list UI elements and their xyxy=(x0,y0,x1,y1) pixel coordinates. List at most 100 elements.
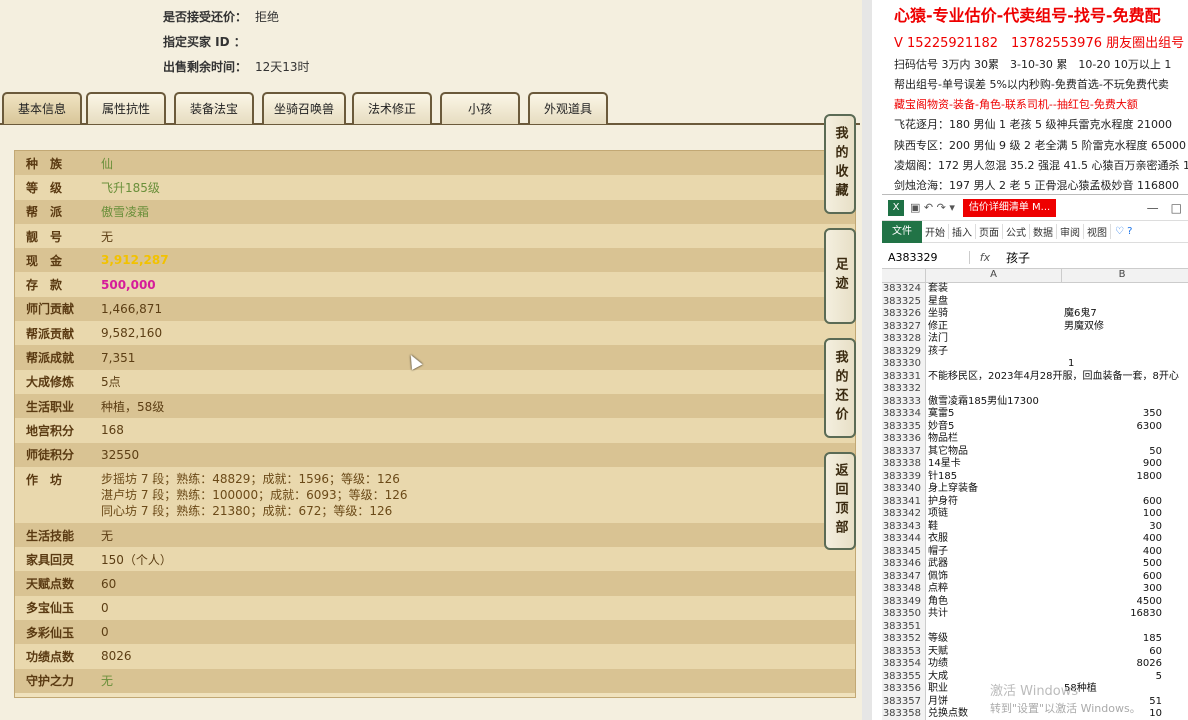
row-number[interactable]: 383347 xyxy=(882,570,926,583)
cell-b[interactable]: 300 xyxy=(1062,583,1182,596)
row-number[interactable]: 383332 xyxy=(882,383,926,396)
sheet-row[interactable]: 383342 项链 100 xyxy=(882,508,1188,521)
row-number[interactable]: 383336 xyxy=(882,433,926,446)
cell-b[interactable] xyxy=(1062,433,1182,446)
cell-a[interactable]: 项链 xyxy=(926,508,1062,521)
cell-a[interactable]: 傲雪凌霜185男仙17300 xyxy=(926,396,1062,409)
cell-a[interactable]: 功绩 xyxy=(926,658,1062,671)
column-a-header[interactable]: A xyxy=(926,269,1062,282)
row-number[interactable]: 383358 xyxy=(882,708,926,720)
minimize-icon[interactable]: — □ xyxy=(1147,199,1182,216)
cell-b[interactable]: 185 xyxy=(1062,633,1182,646)
ribbon-tab[interactable]: 审阅 xyxy=(1057,224,1084,239)
cell-b[interactable]: 4500 xyxy=(1062,596,1182,609)
sheet-row[interactable]: 383334 寞雷5 350 xyxy=(882,408,1188,421)
tab-appearance[interactable]: 外观道具 xyxy=(528,92,608,124)
cell-b[interactable] xyxy=(1062,283,1182,296)
cell-a[interactable]: 妙音5 xyxy=(926,421,1062,434)
cell-b[interactable]: 60 xyxy=(1062,646,1182,659)
cell-b[interactable]: 100 xyxy=(1062,508,1182,521)
sheet-row[interactable]: 383339 针185 1800 xyxy=(882,470,1188,484)
my-favorites-button[interactable]: 我的收藏 xyxy=(824,114,856,214)
row-number[interactable]: 383354 xyxy=(882,658,926,671)
cell-a[interactable] xyxy=(926,621,1062,634)
column-b-header[interactable]: B xyxy=(1062,269,1182,282)
sheet-row[interactable]: 383350 共计 16830 xyxy=(882,608,1188,621)
cell-a[interactable]: 角色 xyxy=(926,596,1062,609)
row-number[interactable]: 383334 xyxy=(882,408,926,421)
cell-b[interactable] xyxy=(1062,296,1182,309)
cell-b[interactable]: 6300 xyxy=(1062,421,1182,434)
file-tab[interactable]: 文件 xyxy=(882,220,922,243)
cell-b[interactable]: 600 xyxy=(1062,571,1182,584)
row-number[interactable]: 383346 xyxy=(882,558,926,571)
cell-b[interactable] xyxy=(1062,333,1182,346)
cell-a[interactable]: 寞雷5 xyxy=(926,408,1062,421)
cell-a[interactable]: 孩子 xyxy=(926,346,1062,359)
my-counteroffer-button[interactable]: 我的还价 xyxy=(824,338,856,438)
cell-a[interactable]: 星盘 xyxy=(926,296,1062,309)
cell-a[interactable]: 坐骑 xyxy=(926,308,1062,321)
cell-b[interactable]: 900 xyxy=(1062,458,1182,471)
cell-a[interactable]: 针185 xyxy=(926,471,1062,484)
sheet-row[interactable]: 383330 1 xyxy=(882,358,1188,371)
row-number[interactable]: 383335 xyxy=(882,420,926,433)
cell-b[interactable]: 5 xyxy=(1062,671,1182,684)
sheet-row[interactable]: 383354 功绩 8026 xyxy=(882,658,1188,671)
cell-b[interactable] xyxy=(1062,383,1182,396)
cell-a[interactable]: 14星卡 xyxy=(926,458,1062,471)
cell-a[interactable]: 身上穿装备 xyxy=(926,483,1062,496)
row-number[interactable]: 383353 xyxy=(882,645,926,658)
cell-b[interactable] xyxy=(1062,358,1182,371)
sheet-row[interactable]: 383340 身上穿装备 xyxy=(882,483,1188,496)
row-number[interactable]: 383340 xyxy=(882,483,926,496)
fx-icon[interactable]: fx xyxy=(970,251,1000,264)
row-number[interactable]: 383327 xyxy=(882,320,926,333)
cell-b[interactable]: 600 xyxy=(1062,496,1182,509)
cell-a[interactable]: 武器 xyxy=(926,558,1062,571)
cell-a[interactable]: 1 xyxy=(926,358,1074,371)
sheet-row[interactable]: 383336 物品栏 xyxy=(882,433,1188,446)
cell-a[interactable]: 天赋 xyxy=(926,646,1062,659)
tab-mounts-summons[interactable]: 坐骑召唤兽 xyxy=(262,92,346,124)
ribbon-tab[interactable]: 数据 xyxy=(1030,224,1057,239)
footprint-button[interactable]: 足迹 xyxy=(824,228,856,324)
row-number[interactable]: 383329 xyxy=(882,345,926,358)
cell-b[interactable]: 魔6鬼7 xyxy=(1062,308,1182,321)
row-number[interactable]: 383356 xyxy=(882,683,926,696)
row-number[interactable]: 383324 xyxy=(882,283,926,296)
row-number[interactable]: 383341 xyxy=(882,495,926,508)
row-number[interactable]: 383326 xyxy=(882,308,926,321)
formula-input[interactable]: 孩子 xyxy=(1000,249,1030,266)
cell-b[interactable] xyxy=(1062,621,1182,634)
row-number[interactable]: 383345 xyxy=(882,545,926,558)
cell-b[interactable]: 30 xyxy=(1062,521,1182,534)
tab-equipment[interactable]: 装备法宝 xyxy=(174,92,254,124)
sheet-row[interactable]: 383327 修正 男魔双修 xyxy=(882,320,1188,333)
sheet-row[interactable]: 383353 天赋 60 xyxy=(882,645,1188,659)
cell-b[interactable] xyxy=(1062,371,1182,384)
row-number[interactable]: 383328 xyxy=(882,333,926,346)
cell-a[interactable]: 衣服 xyxy=(926,533,1062,546)
cell-a[interactable]: 物品栏 xyxy=(926,433,1062,446)
row-number[interactable]: 383357 xyxy=(882,695,926,708)
cell-a[interactable]: 护身符 xyxy=(926,496,1062,509)
sheet-row[interactable]: 383344 衣服 400 xyxy=(882,533,1188,546)
row-number[interactable]: 383338 xyxy=(882,458,926,471)
cell-b[interactable]: 50 xyxy=(1062,446,1182,459)
sheet-row[interactable]: 383341 护身符 600 xyxy=(882,495,1188,509)
sheet-row[interactable]: 383345 帽子 400 xyxy=(882,545,1188,558)
sheet-row[interactable]: 383349 角色 4500 xyxy=(882,595,1188,609)
cell-a[interactable]: 等级 xyxy=(926,633,1062,646)
cell-b[interactable]: 16830 xyxy=(1062,608,1182,621)
sheet-row[interactable]: 383329 孩子 xyxy=(882,345,1188,359)
sheet-row[interactable]: 383347 佩饰 600 xyxy=(882,570,1188,584)
cell-b[interactable] xyxy=(1062,346,1182,359)
row-number[interactable]: 383325 xyxy=(882,295,926,308)
cell-b[interactable] xyxy=(1062,483,1182,496)
cell-b[interactable] xyxy=(1062,396,1182,409)
row-number[interactable]: 383344 xyxy=(882,533,926,546)
row-number[interactable]: 383355 xyxy=(882,670,926,683)
quick-access-icons[interactable]: ▣ ↶ ↷ ▾ xyxy=(910,201,955,214)
ribbon-tab[interactable]: 插入 xyxy=(949,224,976,239)
